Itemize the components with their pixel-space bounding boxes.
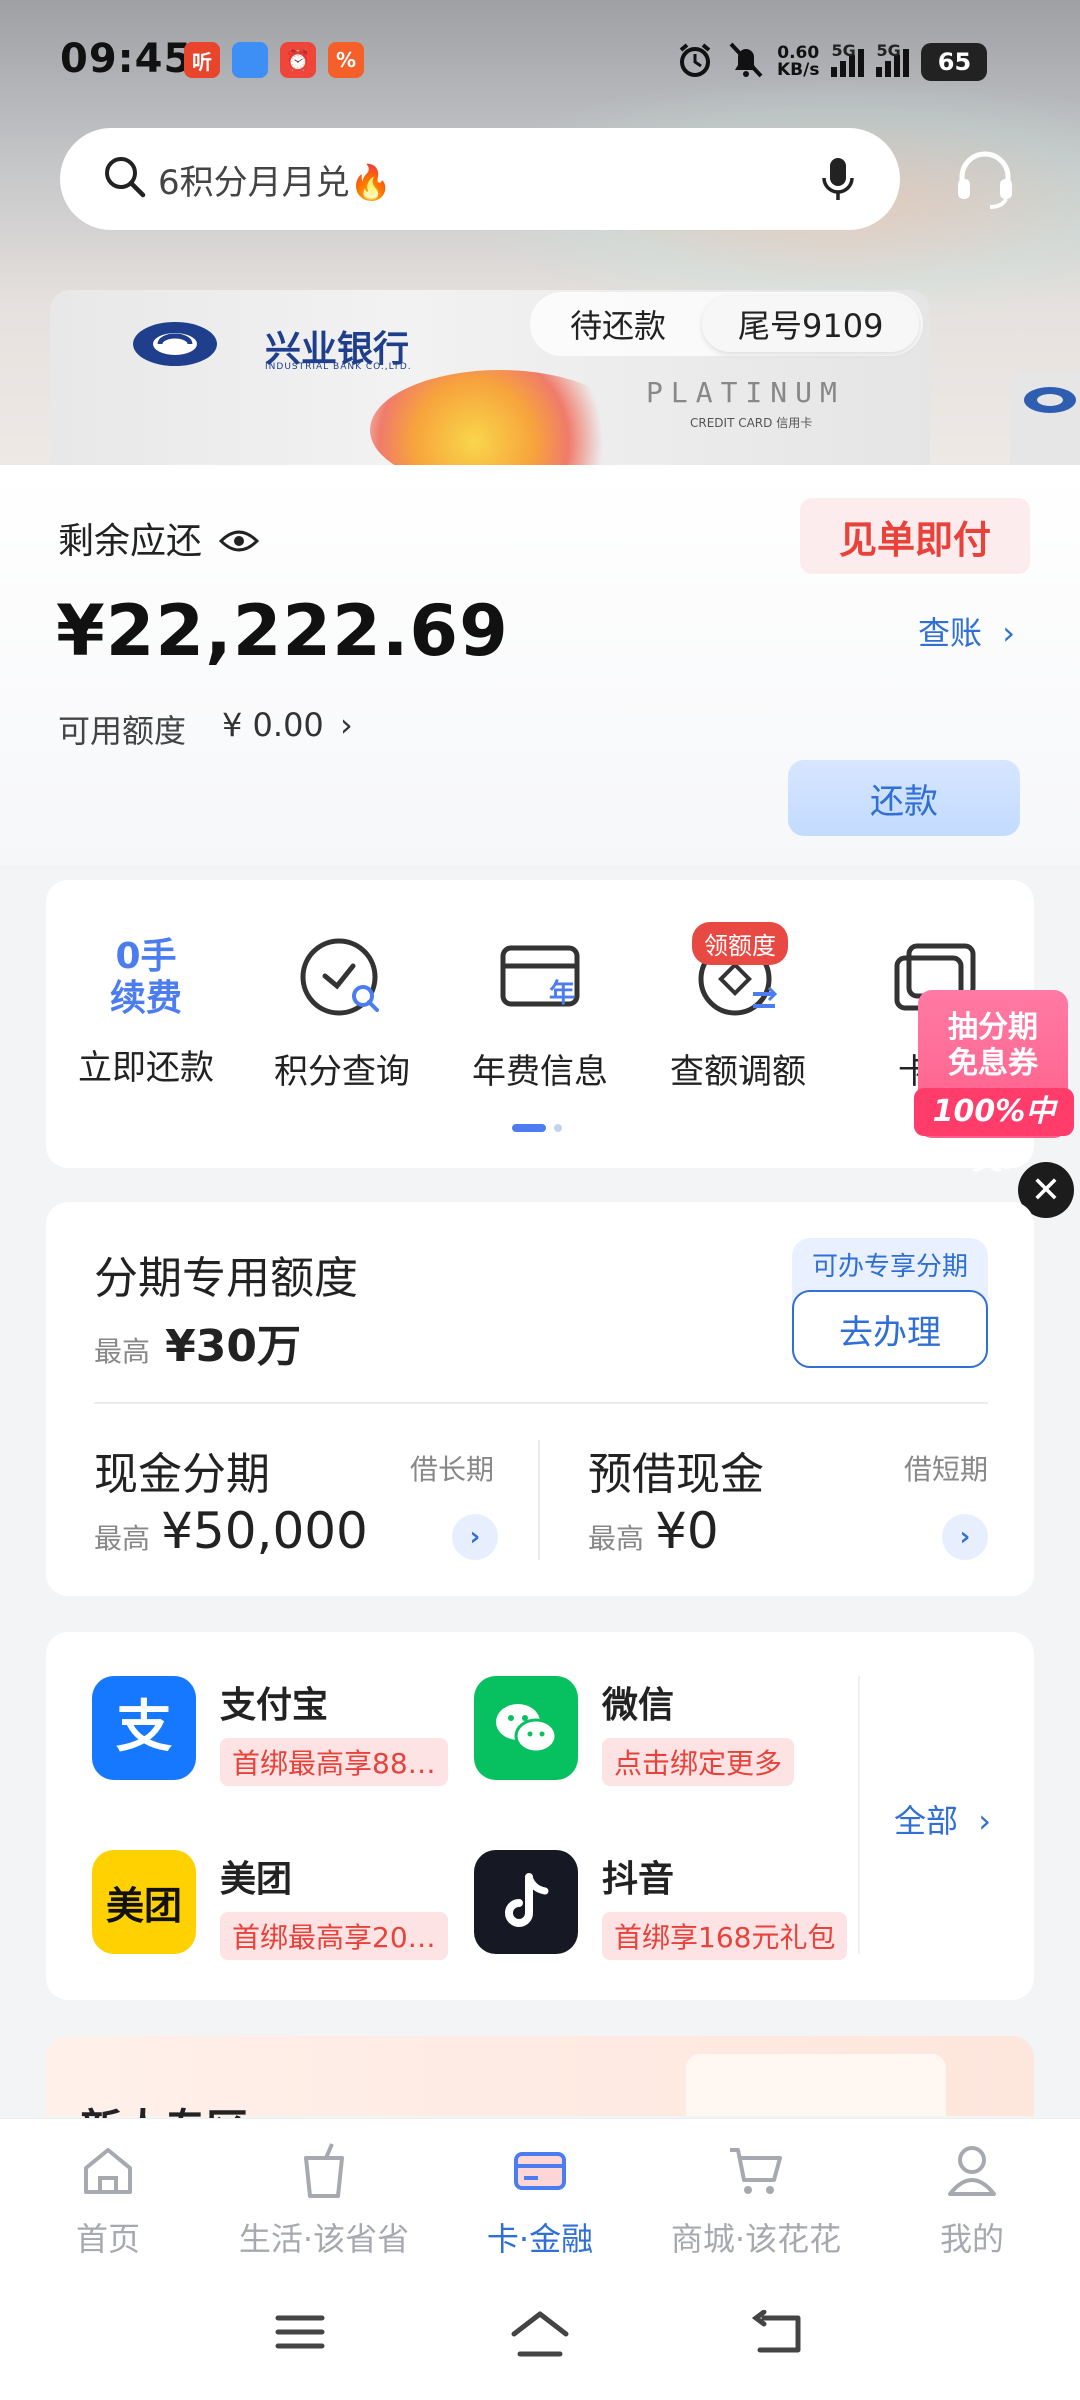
search-icon <box>102 154 148 204</box>
nav-life[interactable]: 生活·该省省 <box>214 2140 434 2260</box>
search-placeholder: 6积分月月兑🔥 <box>158 162 392 203</box>
divider <box>94 1402 988 1404</box>
eye-icon[interactable] <box>219 523 260 564</box>
go-handle-button[interactable]: 去办理 <box>792 1290 988 1368</box>
check-bill-link[interactable]: 查账 › <box>918 608 1015 654</box>
meituan-icon: 美团 <box>92 1850 196 1954</box>
page-indicator <box>512 1124 562 1132</box>
home-icon <box>78 2148 138 2204</box>
app-notification-ting-icon: 听 <box>184 42 220 78</box>
battery-indicator: 65 <box>921 43 988 81</box>
user-icon <box>942 2146 1002 2204</box>
chevron-right-icon[interactable]: › <box>452 1514 498 1560</box>
app-notification-red-icon: % <box>328 42 364 78</box>
search-bar[interactable]: 6积分月月兑🔥 <box>60 128 900 230</box>
nav-card-finance[interactable]: 卡·金融 <box>430 2140 650 2260</box>
back-icon[interactable] <box>751 2309 808 2362</box>
available-credit-label: 可用额度 <box>58 712 187 750</box>
alipay-icon: 支 <box>92 1676 196 1780</box>
mute-bell-icon <box>727 40 765 84</box>
douyin-icon <box>474 1850 578 1954</box>
divider <box>858 1676 860 1954</box>
status-right: 0.60 KB/s 5G 5G 65 <box>675 40 988 84</box>
microphone-icon[interactable] <box>818 156 858 208</box>
chevron-right-icon: › <box>1002 614 1015 652</box>
bank-logo-icon <box>130 316 220 376</box>
next-card-preview[interactable] <box>1010 370 1080 470</box>
status-time: 09:45 <box>60 36 193 82</box>
chevron-right-icon: › <box>339 706 353 744</box>
get-credit-badge: 领额度 <box>692 922 788 965</box>
tab-pending-repayment[interactable]: 待还款 <box>534 296 702 352</box>
home-nav-icon[interactable] <box>508 2310 572 2362</box>
signal-5g-1-icon: 5G <box>831 41 865 77</box>
annual-fee-icon: 年 <box>495 932 585 1022</box>
advance-cash-item[interactable]: 预借现金 借短期 <box>588 1438 988 1502</box>
cash-installment-max: 最高 ¥50,000 <box>94 1502 368 1560</box>
nav-me[interactable]: 我的 <box>862 2140 1080 2260</box>
divider <box>538 1440 540 1560</box>
installment-max: 最高 ¥30万 <box>94 1321 301 1372</box>
bind-app-wechat[interactable]: 微信 点击绑定更多 <box>474 1676 795 1786</box>
svg-text:年: 年 <box>549 978 575 1009</box>
quick-action-points[interactable]: 积分查询 <box>252 932 432 1093</box>
app-notification-alarm-icon: ⏰ <box>280 42 316 78</box>
promo-win-label[interactable]: 100%中奖! <box>914 1088 1074 1177</box>
card-credit-text: CREDIT CARD 信用卡 <box>690 416 813 430</box>
remaining-due-label: 剩余应还 <box>58 512 260 564</box>
remaining-due-amount: ¥22,222.69 <box>56 590 509 672</box>
cash-installment-item[interactable]: 现金分期 借长期 <box>94 1438 494 1502</box>
quick-action-repay-now[interactable]: 0手 续费 立即还款 <box>56 932 236 1089</box>
bank-name-en: INDUSTRIAL BANK CO.,LTD. <box>265 362 412 372</box>
repay-button[interactable]: 还款 <box>788 760 1020 836</box>
advance-cash-max: 最高 ¥0 <box>588 1502 719 1560</box>
bind-app-alipay[interactable]: 支 支付宝 首绑最高享88… <box>92 1676 448 1786</box>
installment-credit-title: 分期专用额度 <box>94 1253 358 1304</box>
net-speed: 0.60 KB/s <box>777 43 820 80</box>
nav-home[interactable]: 首页 <box>0 2140 218 2260</box>
chevron-right-icon: › <box>978 1802 991 1840</box>
quick-action-annual-fee[interactable]: 年 年费信息 <box>450 932 630 1093</box>
card-tab-pills: 待还款 尾号9109 <box>530 292 924 356</box>
all-apps-link[interactable]: 全部 › <box>894 1796 991 1842</box>
customer-service-icon[interactable] <box>950 145 1020 219</box>
card-finance-icon <box>510 2152 570 2204</box>
tab-card-number[interactable]: 尾号9109 <box>702 296 920 352</box>
bind-app-douyin[interactable]: 抖音 首绑享168元礼包 <box>474 1850 848 1960</box>
svg-text:支: 支 <box>116 1695 172 1760</box>
page-dot <box>554 1124 562 1132</box>
alarm-icon <box>675 40 715 84</box>
signal-5g-2-icon: 5G <box>876 41 910 77</box>
points-query-icon <box>297 932 387 1022</box>
shopping-cart-icon <box>726 2148 786 2204</box>
app-notification-blue-icon <box>232 42 268 78</box>
new-user-illustration <box>686 2054 946 2116</box>
card-platinum-text: PLATINUM <box>646 376 845 409</box>
chevron-right-icon[interactable]: › <box>942 1514 988 1560</box>
pay-on-bill-tag[interactable]: 见单即付 <box>800 498 1030 574</box>
menu-icon[interactable] <box>272 2310 328 2358</box>
wechat-icon <box>474 1676 578 1780</box>
available-credit-amount[interactable]: ¥ 0.00 › <box>222 706 353 744</box>
bind-app-meituan[interactable]: 美团 美团 首绑最高享20… <box>92 1850 448 1960</box>
exclusive-installment-label: 可办专享分期 <box>811 1252 968 1282</box>
page-dot-active <box>512 1124 546 1132</box>
card-floral-art <box>370 370 630 470</box>
nav-mall[interactable]: 商城·该花花 <box>646 2140 866 2260</box>
drink-cup-icon <box>294 2143 354 2204</box>
zero-fee-icon: 0手 续费 <box>109 936 182 1019</box>
